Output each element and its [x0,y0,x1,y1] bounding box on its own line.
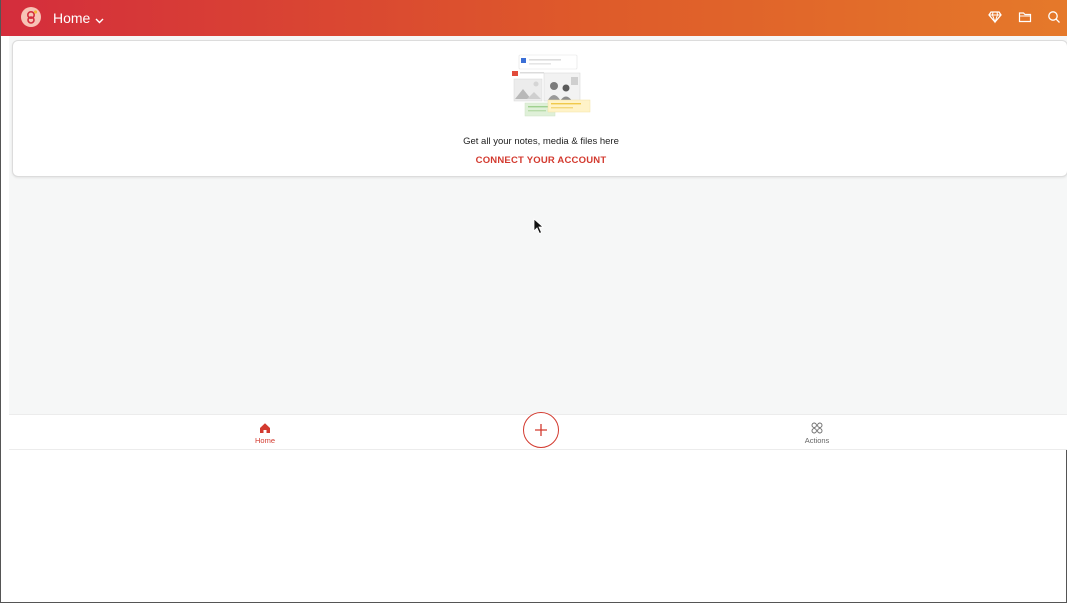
search-icon[interactable] [1047,10,1063,26]
home-dropdown[interactable]: Home [53,9,104,27]
app-logo-icon[interactable] [21,7,41,27]
diamond-icon[interactable] [988,10,1004,26]
folder-icon[interactable] [1018,10,1034,26]
grid-icon [811,422,823,433]
notes-media-illustration [512,54,591,117]
top-bar: Home [1,0,1067,36]
home-dropdown-label: Home [53,10,91,26]
card-message: Get all your notes, media & files here [463,136,619,147]
mouse-cursor-icon [533,218,545,235]
connect-account-card: Get all your notes, media & files here C… [12,40,1067,177]
bottom-navigation: Home Actions [9,412,1067,451]
add-button[interactable] [523,412,559,448]
plus-icon [535,424,547,436]
connect-account-label[interactable]: CONNECT YOUR ACCOUNT [476,155,607,166]
connect-account-link[interactable]: CONNECT YOUR ACCOUNT [13,155,1067,166]
home-icon [260,422,270,433]
app-window: Home Get all your notes, media & files h… [0,0,1067,603]
tab-home-label: Home [254,435,275,445]
tab-home[interactable]: Home [245,415,285,451]
tab-actions-label: Actions [804,435,830,445]
chevron-down-icon [95,11,104,27]
tab-actions[interactable]: Actions [797,415,837,451]
